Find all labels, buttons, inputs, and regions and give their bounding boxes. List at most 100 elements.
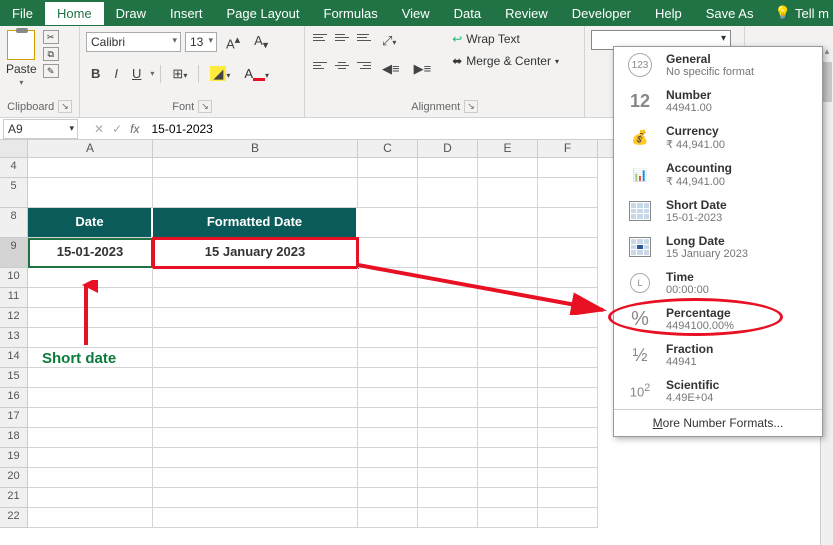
cell-B10[interactable] xyxy=(153,268,358,288)
cell-B18[interactable] xyxy=(153,428,358,448)
row-header-19[interactable]: 19 xyxy=(0,448,28,468)
cell-E19[interactable] xyxy=(478,448,538,468)
cell-F5[interactable] xyxy=(538,178,598,208)
cell-F16[interactable] xyxy=(538,388,598,408)
cell-A5[interactable] xyxy=(28,178,153,208)
cell-F10[interactable] xyxy=(538,268,598,288)
clipboard-launcher[interactable]: ↘ xyxy=(58,100,72,113)
row-header-16[interactable]: 16 xyxy=(0,388,28,408)
cell-C9[interactable] xyxy=(358,238,418,268)
cell-D11[interactable] xyxy=(418,288,478,308)
cell-C12[interactable] xyxy=(358,308,418,328)
column-header-E[interactable]: E xyxy=(478,140,538,157)
decrease-indent-button[interactable]: ◀≡ xyxy=(377,58,405,80)
cell-D22[interactable] xyxy=(418,508,478,528)
align-middle-button[interactable] xyxy=(333,30,351,44)
tab-review[interactable]: Review xyxy=(493,2,560,25)
cell-F13[interactable] xyxy=(538,328,598,348)
cell-B20[interactable] xyxy=(153,468,358,488)
cell-C4[interactable] xyxy=(358,158,418,178)
cell-E15[interactable] xyxy=(478,368,538,388)
cell-B21[interactable] xyxy=(153,488,358,508)
align-left-button[interactable] xyxy=(311,58,329,72)
format-painter-button[interactable]: ✎ xyxy=(43,64,59,78)
cell-D5[interactable] xyxy=(418,178,478,208)
orientation-button[interactable]: ⤢▾ xyxy=(377,30,401,52)
borders-button[interactable]: ⊞▾ xyxy=(167,63,192,85)
cell-E17[interactable] xyxy=(478,408,538,428)
fill-color-button[interactable]: ◢▾ xyxy=(205,63,235,85)
cell-E14[interactable] xyxy=(478,348,538,368)
cell-B4[interactable] xyxy=(153,158,358,178)
number-format-currency[interactable]: 💰Currency₹ 44,941.00 xyxy=(614,119,822,156)
cell-D4[interactable] xyxy=(418,158,478,178)
cell-B12[interactable] xyxy=(153,308,358,328)
cell-B11[interactable] xyxy=(153,288,358,308)
tab-save-as[interactable]: Save As xyxy=(694,2,766,25)
tab-home[interactable]: Home xyxy=(45,2,104,25)
cell-F22[interactable] xyxy=(538,508,598,528)
more-number-formats[interactable]: More Number Formats... xyxy=(614,409,822,436)
cell-C16[interactable] xyxy=(358,388,418,408)
column-header-A[interactable]: A xyxy=(28,140,153,157)
cell-E11[interactable] xyxy=(478,288,538,308)
cell-A17[interactable] xyxy=(28,408,153,428)
column-header-D[interactable]: D xyxy=(418,140,478,157)
cell-C11[interactable] xyxy=(358,288,418,308)
cell-B13[interactable] xyxy=(153,328,358,348)
number-format-time[interactable]: LTime00:00:00 xyxy=(614,265,822,301)
cell-B9[interactable]: 15 January 2023 xyxy=(153,238,358,268)
cell-C17[interactable] xyxy=(358,408,418,428)
cell-D14[interactable] xyxy=(418,348,478,368)
tab-help[interactable]: Help xyxy=(643,2,694,25)
cell-A10[interactable] xyxy=(28,268,153,288)
merge-center-button[interactable]: ⬌Merge & Center▾ xyxy=(450,52,561,70)
cell-A21[interactable] xyxy=(28,488,153,508)
increase-indent-button[interactable]: ▶≡ xyxy=(409,58,437,80)
font-size-combo[interactable]: 13 xyxy=(185,32,217,52)
cell-A8[interactable]: Date xyxy=(28,208,153,238)
tab-view[interactable]: View xyxy=(390,2,442,25)
cell-E5[interactable] xyxy=(478,178,538,208)
cell-F12[interactable] xyxy=(538,308,598,328)
row-header-8[interactable]: 8 xyxy=(0,208,28,238)
cell-D18[interactable] xyxy=(418,428,478,448)
cell-C15[interactable] xyxy=(358,368,418,388)
column-header-C[interactable]: C xyxy=(358,140,418,157)
cell-F21[interactable] xyxy=(538,488,598,508)
cell-A12[interactable] xyxy=(28,308,153,328)
cell-B15[interactable] xyxy=(153,368,358,388)
cell-C13[interactable] xyxy=(358,328,418,348)
cut-button[interactable]: ✂ xyxy=(43,30,59,44)
cell-F9[interactable] xyxy=(538,238,598,268)
row-header-15[interactable]: 15 xyxy=(0,368,28,388)
cell-A11[interactable] xyxy=(28,288,153,308)
increase-font-button[interactable]: A▴ xyxy=(221,30,245,54)
row-header-18[interactable]: 18 xyxy=(0,428,28,448)
cell-F17[interactable] xyxy=(538,408,598,428)
cell-E21[interactable] xyxy=(478,488,538,508)
tab-data[interactable]: Data xyxy=(442,2,493,25)
enter-formula-button[interactable]: ✓ xyxy=(112,122,122,136)
number-format-percentage[interactable]: %Percentage4494100.00% xyxy=(614,301,822,337)
cell-A4[interactable] xyxy=(28,158,153,178)
row-header-22[interactable]: 22 xyxy=(0,508,28,528)
row-header-4[interactable]: 4 xyxy=(0,158,28,178)
tell-me[interactable]: 💡Tell m xyxy=(775,5,833,21)
row-header-21[interactable]: 21 xyxy=(0,488,28,508)
font-color-button[interactable]: A▾ xyxy=(239,63,274,84)
cell-A20[interactable] xyxy=(28,468,153,488)
cell-E22[interactable] xyxy=(478,508,538,528)
cell-E20[interactable] xyxy=(478,468,538,488)
tab-insert[interactable]: Insert xyxy=(158,2,215,25)
tab-page-layout[interactable]: Page Layout xyxy=(215,2,312,25)
tab-developer[interactable]: Developer xyxy=(560,2,643,25)
row-header-20[interactable]: 20 xyxy=(0,468,28,488)
cell-A16[interactable] xyxy=(28,388,153,408)
row-header-11[interactable]: 11 xyxy=(0,288,28,308)
number-format-general[interactable]: 123GeneralNo specific format xyxy=(614,47,822,83)
tab-file[interactable]: File xyxy=(0,2,45,25)
row-header-9[interactable]: 9 xyxy=(0,238,28,268)
cell-F14[interactable] xyxy=(538,348,598,368)
bold-button[interactable]: B xyxy=(86,63,105,84)
